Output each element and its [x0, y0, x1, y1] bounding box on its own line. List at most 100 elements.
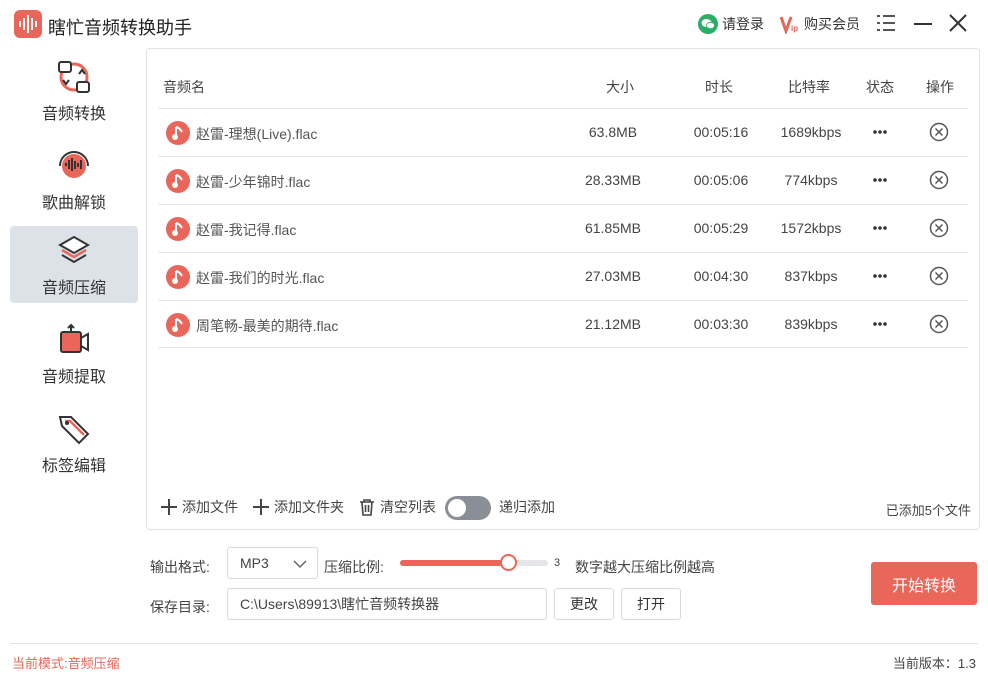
more-icon[interactable] [870, 218, 890, 238]
clear-list-label: 清空列表 [380, 499, 436, 515]
header-action: 操作 [926, 79, 954, 95]
layers-icon [57, 235, 91, 264]
remove-icon[interactable] [929, 218, 949, 238]
format-value: MP3 [240, 555, 269, 571]
svg-text:ip: ip [791, 24, 798, 33]
file-size: 61.85MB [584, 220, 642, 236]
audio-convert-icon [58, 61, 90, 93]
header-name: 音频名 [163, 79, 205, 95]
recursive-add-label: 递归添加 [499, 499, 555, 515]
recursive-add-toggle[interactable] [445, 496, 491, 520]
file-name: 周笔畅-最美的期待.flac [196, 318, 339, 334]
sidebar-item-label: 音频提取 [41, 369, 106, 386]
format-select[interactable]: MP3 [227, 547, 318, 579]
start-convert-button[interactable]: 开始转换 [871, 562, 977, 605]
add-folder-button[interactable]: 添加文件夹 [252, 497, 344, 517]
header-status: 状态 [866, 79, 894, 95]
sidebar-item-audio-convert[interactable]: 音频转换 [10, 52, 138, 129]
more-icon[interactable] [870, 314, 890, 334]
login-label: 请登录 [722, 16, 764, 32]
plus-icon [161, 499, 177, 515]
remove-icon[interactable] [929, 122, 949, 142]
compression-slider[interactable] [400, 554, 548, 571]
sidebar-item-label: 歌曲解锁 [41, 195, 106, 212]
file-size: 27.03MB [584, 268, 642, 284]
app-logo-icon [14, 10, 42, 38]
file-name: 赵雷-理想(Live).flac [196, 126, 318, 142]
sidebar-item-audio-compress[interactable]: 音频压缩 [10, 226, 138, 303]
slider-fill [400, 560, 509, 566]
remove-icon[interactable] [929, 170, 949, 190]
current-mode: 当前模式:音频压缩 [12, 656, 120, 671]
table-row[interactable]: 赵雷-少年锦时.flac 28.33MB 00:05:06 774kbps [158, 156, 968, 204]
save-dir-input[interactable] [227, 588, 547, 620]
table-row[interactable]: 周笔畅-最美的期待.flac 21.12MB 00:03:30 839kbps [158, 300, 968, 348]
app-version: 当前版本：1.3 [892, 656, 976, 671]
minimize-icon[interactable] [912, 12, 934, 34]
file-bitrate: 1689kbps [780, 124, 842, 140]
add-file-button[interactable]: 添加文件 [160, 497, 238, 517]
video-extract-icon [60, 323, 89, 353]
ratio-label: 压缩比例: [324, 559, 384, 575]
sidebar-item-tag-edit[interactable]: 标签编辑 [10, 404, 138, 481]
table-row[interactable]: 赵雷-我记得.flac 61.85MB 00:05:29 1572kbps [158, 204, 968, 252]
sidebar-item-audio-extract[interactable]: 音频提取 [10, 315, 138, 392]
menu-icon[interactable] [875, 12, 897, 34]
format-label: 输出格式: [150, 559, 210, 575]
ratio-hint: 数字越大压缩比例越高 [575, 559, 715, 575]
login-button[interactable]: 请登录 [698, 14, 764, 34]
open-dir-button[interactable]: 打开 [621, 588, 681, 620]
sidebar-item-label: 音频转换 [41, 106, 106, 123]
chevron-down-icon [293, 560, 307, 569]
slider-thumb[interactable] [500, 554, 518, 571]
sidebar-item-label: 标签编辑 [41, 458, 106, 475]
file-bitrate: 1572kbps [780, 220, 842, 236]
clear-list-button[interactable]: 清空列表 [358, 497, 436, 517]
header-bitrate: 比特率 [788, 79, 830, 95]
close-window-icon[interactable] [947, 12, 969, 34]
table-row[interactable]: 赵雷-我们的时光.flac 27.03MB 00:04:30 837kbps [158, 252, 968, 300]
sidebar: 音频转换 歌曲解锁 音频压缩 音频提取 标签编辑 [0, 48, 146, 638]
file-size: 21.12MB [584, 316, 642, 332]
file-bitrate: 839kbps [784, 316, 838, 332]
music-note-icon [166, 169, 190, 193]
toggle-knob [448, 499, 466, 517]
music-note-icon [166, 265, 190, 289]
wechat-icon [698, 14, 718, 34]
app-title: 瞎忙音频转换助手 [48, 18, 192, 38]
ratio-value: 3 [554, 557, 561, 569]
sidebar-item-label: 音频压缩 [41, 280, 106, 297]
header-duration: 时长 [705, 79, 733, 95]
file-size: 63.8MB [588, 124, 638, 140]
add-file-label: 添加文件 [182, 499, 238, 515]
title-bar: 瞎忙音频转换助手 请登录 ip 购买会员 [0, 0, 988, 48]
file-list-panel: 音频名 大小 时长 比特率 状态 操作 赵雷-理想(Live).flac 63.… [146, 48, 980, 530]
more-icon[interactable] [870, 170, 890, 190]
change-dir-button[interactable]: 更改 [554, 588, 614, 620]
remove-icon[interactable] [929, 314, 949, 334]
header-size: 大小 [606, 79, 634, 95]
sidebar-item-song-unlock[interactable]: 歌曲解锁 [10, 141, 138, 218]
trash-icon [360, 499, 374, 516]
music-note-icon [166, 121, 190, 145]
file-name: 赵雷-我们的时光.flac [196, 270, 325, 286]
file-size: 28.33MB [584, 172, 642, 188]
file-bitrate: 774kbps [784, 172, 838, 188]
remove-icon[interactable] [929, 266, 949, 286]
tag-icon [58, 416, 90, 445]
song-unlock-icon [59, 151, 89, 178]
music-note-icon [166, 313, 190, 337]
save-dir-label: 保存目录: [150, 599, 210, 615]
add-folder-label: 添加文件夹 [274, 499, 344, 515]
status-bar: 当前模式:音频压缩 当前版本：1.3 [10, 643, 978, 679]
more-icon[interactable] [870, 122, 890, 142]
buy-vip-button[interactable]: ip 购买会员 [780, 14, 860, 34]
music-note-icon [166, 217, 190, 241]
more-icon[interactable] [870, 266, 890, 286]
table-row[interactable]: 赵雷-理想(Live).flac 63.8MB 00:05:16 1689kbp… [158, 108, 968, 156]
vip-icon: ip [780, 16, 798, 34]
vip-label: 购买会员 [804, 16, 860, 32]
file-name: 赵雷-少年锦时.flac [196, 174, 311, 190]
file-name: 赵雷-我记得.flac [196, 222, 297, 238]
file-count: 已添加5个文件 [885, 503, 971, 518]
